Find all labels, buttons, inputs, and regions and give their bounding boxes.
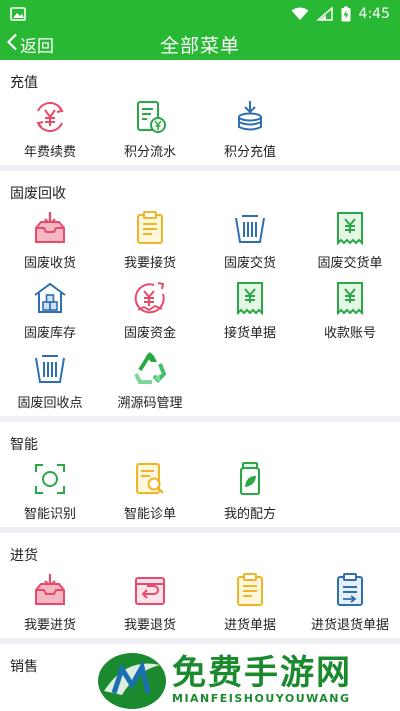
menu-item[interactable]: 溯源码管理 <box>100 346 200 416</box>
menu-item-label: 固废交货 <box>223 256 276 271</box>
menu-grid: 我要进货 我要退货 进货单据 进货退货单据 <box>0 568 400 638</box>
menu-item-label: 固废库存 <box>23 326 76 341</box>
section-title: 充值 <box>10 75 38 91</box>
box-return-icon <box>132 572 168 608</box>
menu-item-label: 积分流水 <box>123 145 176 160</box>
clipboard-icon <box>132 210 168 246</box>
menu-item[interactable]: 收款账号 <box>300 276 400 346</box>
scan-frame-icon <box>32 461 68 497</box>
menu-item-label: 进货单据 <box>223 618 276 633</box>
menu-item-label: 固废收货 <box>23 256 76 271</box>
doc-return-icon <box>332 572 368 608</box>
section-title: 固废回收 <box>10 186 66 202</box>
menu-item-label: 我要接货 <box>123 256 176 271</box>
menu-item[interactable]: 固废回收点 <box>0 346 100 416</box>
page-title: 全部菜单 <box>159 34 240 57</box>
jar-leaf-icon <box>232 461 268 497</box>
menu-item-label: 固废回收点 <box>17 396 83 411</box>
menu-grid: 智能识别 智能诊单 我的配方 <box>0 457 400 527</box>
menu-item[interactable]: 进货退货单据 <box>300 568 400 638</box>
wifi-icon <box>291 7 309 21</box>
menu-item-label: 我要退货 <box>123 618 176 633</box>
receipt-yen-icon <box>332 210 368 246</box>
chevron-left-icon <box>6 33 18 56</box>
inbox-download-icon <box>32 210 68 246</box>
menu-item[interactable]: 我要退货 <box>100 568 200 638</box>
ledger-yen-icon <box>132 99 168 135</box>
yen-cycle-icon <box>32 99 68 135</box>
menu-item-label: 年费续费 <box>23 145 76 160</box>
menu-item-label: 固废资金 <box>123 326 176 341</box>
menu-item-label: 溯源码管理 <box>117 396 183 411</box>
menu-item[interactable]: 智能诊单 <box>100 457 200 527</box>
yen-chart-icon <box>132 280 168 316</box>
menu-section: 充值年费续费 积分流水 积分充值 <box>0 60 400 165</box>
menu-item-label: 智能识别 <box>23 507 76 522</box>
battery-charging-icon <box>341 6 351 22</box>
warehouse-icon <box>32 280 68 316</box>
section-title: 智能 <box>10 437 38 453</box>
menu-section: 销售 <box>0 644 400 679</box>
back-button[interactable]: 返回 <box>0 28 54 60</box>
menu-item-label: 固废交货单 <box>317 256 383 271</box>
receipt-yen-icon <box>232 280 268 316</box>
menu-item-label: 进货退货单据 <box>310 618 389 633</box>
menu-item[interactable]: 接货单据 <box>200 276 300 346</box>
section-title: 销售 <box>10 659 38 675</box>
menu-item[interactable]: 智能识别 <box>0 457 100 527</box>
menu-item[interactable]: 积分流水 <box>100 95 200 165</box>
receipt-yen-icon <box>332 280 368 316</box>
bin-icon <box>32 350 68 386</box>
menu-item[interactable]: 固废资金 <box>100 276 200 346</box>
menu-item-label: 积分充值 <box>223 145 276 160</box>
menu-item[interactable]: 进货单据 <box>200 568 300 638</box>
back-label: 返回 <box>20 36 54 57</box>
menu-item[interactable]: 我的配方 <box>200 457 300 527</box>
inbox-download-icon <box>32 572 68 608</box>
menu-grid: 固废收货 我要接货 固废交货 固废交货单固废库存 固废资金 接货单据 收款账号固废回收点 溯源… <box>0 206 400 416</box>
section-title: 进货 <box>10 548 38 564</box>
menu-item[interactable]: 固废交货 <box>200 206 300 276</box>
menu-item-label: 我要进货 <box>23 618 76 633</box>
image-icon <box>10 7 26 21</box>
signal-icon <box>316 7 333 21</box>
menu-content: 充值 年费续费 积分流水 积分充值 固废回收 固废收货 我要接货 固废交货 固废交货单 固废库存固… <box>0 60 400 679</box>
menu-item[interactable]: 固废收货 <box>0 206 100 276</box>
clipboard-icon <box>232 572 268 608</box>
recycle-icon <box>132 350 168 386</box>
clock-time: 4:45 <box>358 6 390 22</box>
menu-item-label: 接货单据 <box>223 326 276 341</box>
watermark-subtitle: MIANFEISHOUYOUWANG <box>172 691 351 705</box>
coins-download-icon <box>232 99 268 135</box>
menu-item[interactable]: 积分充值 <box>200 95 300 165</box>
menu-item[interactable]: 年费续费 <box>0 95 100 165</box>
menu-item-label: 收款账号 <box>323 326 376 341</box>
menu-item[interactable]: 固废交货单 <box>300 206 400 276</box>
menu-section: 进货我要进货 我要退货 进货单据 进货退货单据 <box>0 533 400 638</box>
menu-item[interactable]: 我要接货 <box>100 206 200 276</box>
menu-item[interactable]: 固废库存 <box>0 276 100 346</box>
app-header: 返回 全部菜单 <box>0 28 400 60</box>
menu-item-label: 我的配方 <box>223 507 276 522</box>
menu-section: 智能智能识别 智能诊单 我的配方 <box>0 422 400 527</box>
status-bar: 4:45 <box>0 0 400 28</box>
menu-grid: 年费续费 积分流水 积分充值 <box>0 95 400 165</box>
bin-icon <box>232 210 268 246</box>
menu-section: 固废回收固废收货 我要接货 固废交货 固废交货单固废库存 固废资金 接货单据 收款账号固废回… <box>0 171 400 416</box>
doc-search-icon <box>132 461 168 497</box>
menu-item[interactable]: 我要进货 <box>0 568 100 638</box>
menu-item-label: 智能诊单 <box>123 507 176 522</box>
